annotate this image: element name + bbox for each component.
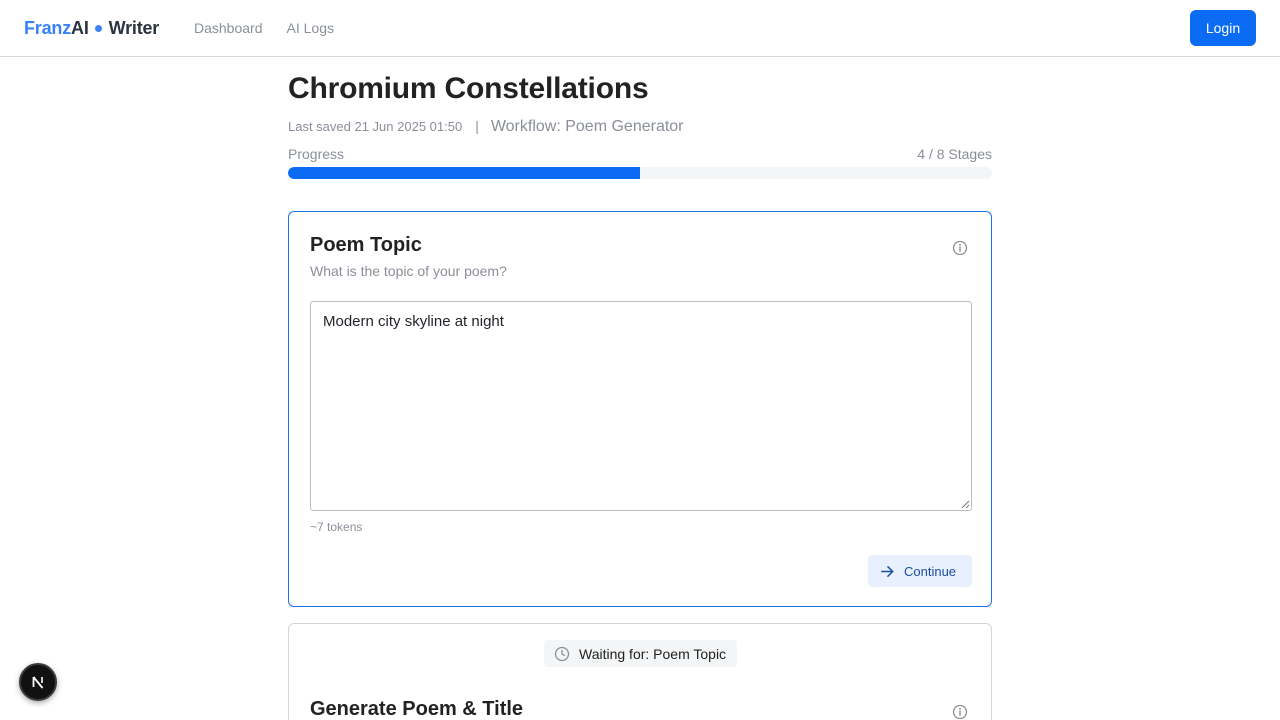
stage-title: Generate Poem & Title bbox=[310, 698, 524, 720]
continue-button[interactable]: Continue bbox=[868, 555, 972, 587]
progress-count: 4 / 8 Stages bbox=[917, 146, 992, 162]
brand-writer: Writer bbox=[108, 18, 160, 38]
meta-separator: | bbox=[475, 118, 479, 134]
main-nav: Dashboard AI Logs bbox=[194, 20, 334, 36]
nav-dashboard[interactable]: Dashboard bbox=[194, 20, 263, 36]
progress-label: Progress bbox=[288, 146, 345, 162]
info-icon[interactable] bbox=[952, 240, 968, 256]
top-navbar: Franz AI Writer Dashboard AI Logs Login bbox=[0, 0, 1280, 57]
clock-icon bbox=[554, 646, 570, 661]
page-title: Chromium Constellations bbox=[288, 72, 649, 105]
stage-card-generate-poem: Waiting for: Poem Topic Generate Poem & … bbox=[288, 623, 992, 720]
stage-title: Poem Topic bbox=[310, 234, 422, 256]
waiting-text: Waiting for: Poem Topic bbox=[579, 645, 727, 662]
workflow-name: Workflow: Poem Generator bbox=[490, 118, 684, 135]
progress-bar bbox=[288, 167, 992, 179]
continue-label: Continue bbox=[904, 563, 957, 579]
resize-handle[interactable] bbox=[961, 500, 970, 509]
brand-dot bbox=[94, 25, 102, 32]
last-saved-text: Last saved 21 Jun 2025 01:50 bbox=[288, 119, 463, 134]
nextjs-logo-icon bbox=[32, 676, 44, 689]
nextjs-dev-badge[interactable] bbox=[19, 663, 57, 701]
nav-ai-logs[interactable]: AI Logs bbox=[287, 20, 334, 36]
poem-topic-input[interactable] bbox=[310, 301, 972, 511]
arrow-right-icon bbox=[881, 565, 894, 577]
brand-ai: AI bbox=[71, 18, 89, 38]
progress-bar-fill bbox=[288, 167, 640, 179]
document-meta: Last saved 21 Jun 2025 01:50 | Workflow:… bbox=[288, 118, 684, 136]
info-icon[interactable] bbox=[952, 704, 968, 720]
brand-franz: Franz bbox=[24, 18, 72, 38]
stage-question: What is the topic of your poem? bbox=[310, 263, 507, 279]
login-button[interactable]: Login bbox=[1190, 10, 1256, 46]
brand-logo[interactable]: Franz AI Writer bbox=[24, 18, 159, 39]
token-count: ~7 tokens bbox=[310, 520, 363, 534]
waiting-badge: Waiting for: Poem Topic bbox=[544, 640, 738, 667]
stage-card-poem-topic: Poem Topic What is the topic of your poe… bbox=[288, 211, 992, 607]
